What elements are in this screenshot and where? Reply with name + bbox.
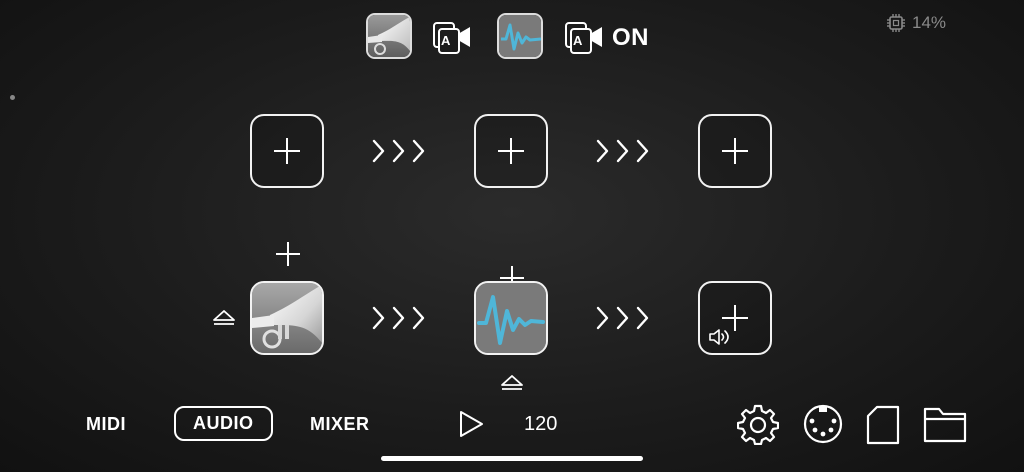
tab-midi[interactable]: MIDI [86, 414, 126, 435]
trumpet-instrument-slot[interactable] [250, 281, 324, 355]
midi-port-icon[interactable] [802, 403, 844, 445]
audio-route-icon[interactable]: A [564, 20, 604, 56]
folder-icon[interactable] [923, 405, 967, 443]
home-indicator[interactable] [381, 456, 643, 461]
speaker-icon [709, 329, 729, 345]
side-indicator-dot [10, 95, 15, 100]
eject-icon[interactable] [500, 374, 524, 392]
audio-route-icon[interactable]: A [432, 20, 472, 56]
tempo-bpm[interactable]: 120 [524, 413, 557, 436]
gear-icon[interactable] [737, 403, 779, 445]
svg-text:A: A [573, 33, 583, 48]
play-icon[interactable] [457, 410, 485, 438]
add-slot-row1-col2[interactable] [474, 114, 548, 188]
chevron-chain-icon [596, 139, 649, 163]
trumpet-thumbnail[interactable] [366, 13, 412, 59]
sd-card-icon[interactable] [865, 405, 901, 445]
trumpet-image [252, 283, 322, 353]
plus-icon [722, 138, 748, 164]
chevron-chain-icon [372, 306, 425, 330]
eject-icon[interactable] [212, 309, 236, 327]
waveform-thumbnail[interactable] [497, 13, 543, 59]
cpu-meter: 14% [886, 13, 946, 33]
add-slot-row1-col3[interactable] [698, 114, 772, 188]
add-slot-row1-col1[interactable] [250, 114, 324, 188]
plus-icon [498, 138, 524, 164]
chevron-chain-icon [596, 306, 649, 330]
tab-mixer[interactable]: MIXER [310, 414, 370, 435]
plus-icon [274, 138, 300, 164]
add-output-slot[interactable] [698, 281, 772, 355]
cpu-icon [887, 14, 905, 32]
chevron-chain-icon [372, 139, 425, 163]
waveform-image [476, 283, 546, 353]
tab-audio[interactable]: AUDIO [174, 406, 273, 441]
cpu-percentage: 14% [912, 13, 947, 32]
add-above-trumpet-button[interactable] [276, 242, 300, 266]
svg-text:A: A [441, 33, 451, 48]
on-toggle[interactable]: ON [612, 24, 649, 52]
waveform-effect-slot[interactable] [474, 281, 548, 355]
